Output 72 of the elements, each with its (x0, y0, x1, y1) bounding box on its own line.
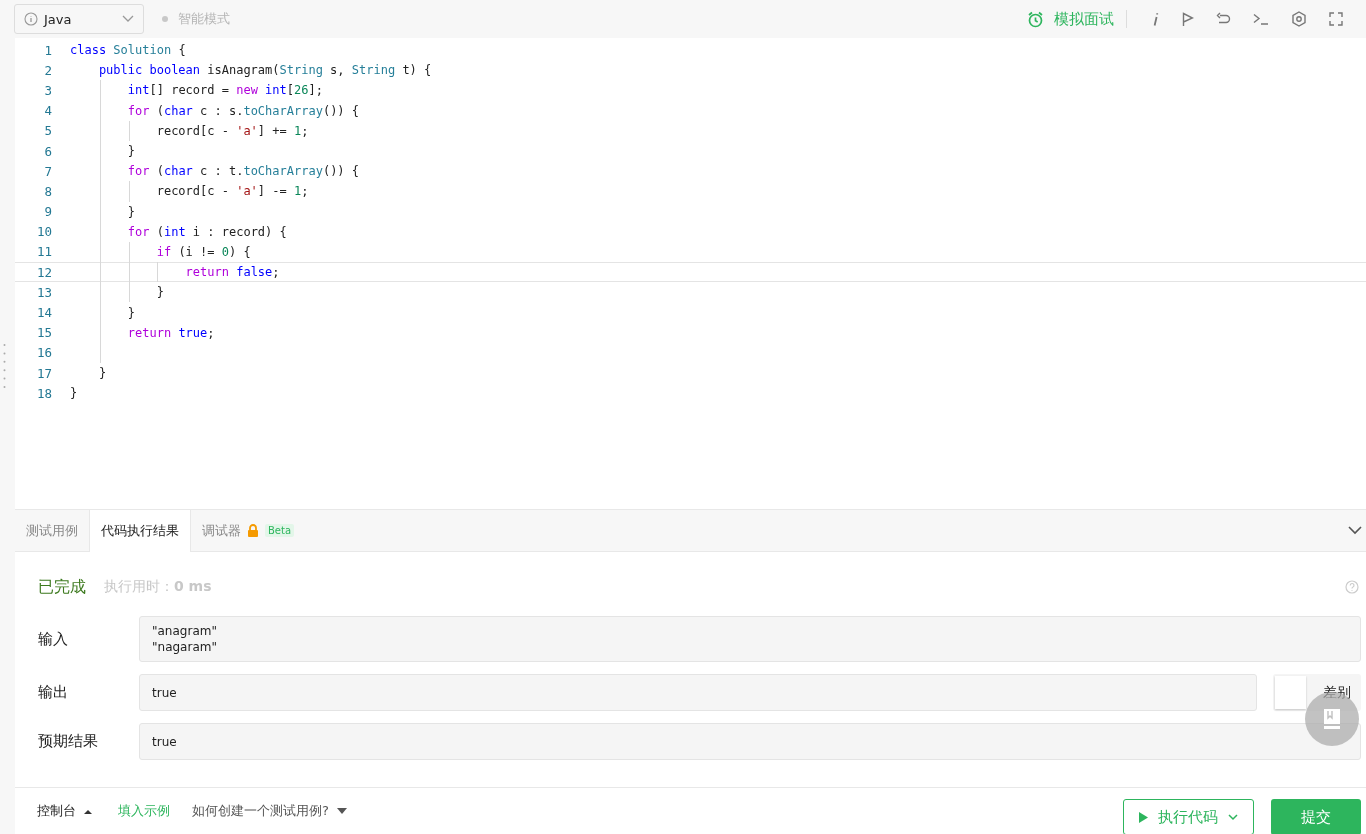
code-line: } (126, 144, 136, 159)
chevron-down-icon (122, 15, 134, 23)
fullscreen-icon[interactable] (1329, 12, 1343, 26)
beta-badge: Beta (265, 524, 295, 537)
code-line: for (char c : t.toCharArray()) { (126, 164, 360, 179)
line-number: 7 (43, 163, 52, 179)
terminal-icon[interactable] (1253, 13, 1269, 25)
line-number: 15 (35, 325, 52, 341)
code-line: } (126, 305, 136, 320)
line-number: 1 (43, 42, 52, 58)
line-number: 16 (35, 345, 52, 361)
dot-icon (162, 16, 168, 22)
settings-icon[interactable] (1291, 11, 1307, 27)
status-text: 已完成 (38, 576, 86, 598)
result-text: "nagaram" (152, 639, 218, 655)
line-number: 17 (35, 365, 52, 381)
chevron-down-icon (1228, 813, 1238, 821)
info-icon (24, 12, 38, 26)
tab[interactable]: 代码执行结果 (89, 510, 191, 552)
line-number: 9 (43, 204, 52, 220)
code-line: record[c - 'a'] += 1; (155, 123, 309, 138)
line-number: 13 (35, 284, 52, 300)
code-line: int[] record = new int[26]; (126, 83, 323, 98)
line-number: 14 (35, 305, 52, 321)
result-text: "anagram" (152, 623, 218, 639)
undo-icon[interactable] (1216, 12, 1231, 26)
line-number: 2 (43, 62, 52, 78)
code-line: return true; (126, 325, 215, 340)
code-line: } (70, 386, 78, 401)
field-label: 输入 (38, 629, 69, 649)
line-number: 18 (35, 385, 52, 401)
language-select[interactable]: Java (14, 4, 144, 34)
caret-down-icon (336, 808, 347, 814)
code-line: if (i != 0) { (155, 244, 251, 259)
fill-example-link[interactable]: 填入示例 (118, 802, 170, 820)
code-line: } (155, 285, 164, 300)
field-label: 输出 (38, 683, 69, 702)
flag-icon[interactable] (1182, 11, 1194, 27)
line-number: 10 (35, 224, 52, 240)
book-icon (1323, 708, 1341, 730)
console-toggle[interactable]: 控制台 (37, 802, 76, 820)
line-number: 8 (43, 183, 52, 199)
play-icon (1139, 811, 1148, 823)
tab[interactable]: 调试器 Beta (191, 510, 306, 551)
submit-button[interactable]: 提交 (1271, 799, 1361, 834)
caret-up-icon (84, 808, 92, 814)
code-line: class Solution { (70, 43, 186, 58)
info-icon[interactable] (1152, 11, 1160, 27)
chevron-down-icon[interactable] (1348, 526, 1362, 535)
code-line: record[c - 'a'] -= 1; (155, 184, 309, 199)
mode-label[interactable]: 智能模式 (178, 10, 230, 28)
field-label: 预期结果 (38, 732, 99, 751)
result-text: true (152, 684, 178, 701)
line-number: 3 (43, 82, 52, 98)
run-code-button[interactable]: 执行代码 (1123, 799, 1254, 834)
alarm-clock-icon[interactable] (1027, 10, 1044, 28)
code-line: } (97, 366, 107, 381)
code-line: } (126, 204, 136, 219)
howto-dropdown[interactable]: 如何创建一个测试用例? (192, 802, 329, 820)
line-number: 11 (35, 244, 52, 260)
mock-interview-link[interactable]: 模拟面试 (1054, 9, 1114, 29)
line-number: 5 (43, 123, 52, 139)
result-text: true (152, 733, 178, 750)
code-line: public boolean isAnagram(String s, String t) { (97, 63, 432, 78)
line-number: 6 (43, 143, 52, 159)
code-line: for (int i : record) { (126, 224, 287, 239)
code-line: return false; (184, 265, 280, 280)
code-line: for (char c : s.toCharArray()) { (126, 103, 360, 118)
drag-handle-icon[interactable] (3, 343, 6, 389)
line-number: 12 (35, 264, 52, 280)
line-number: 4 (43, 103, 52, 119)
tab[interactable]: 测试用例 (15, 510, 89, 551)
